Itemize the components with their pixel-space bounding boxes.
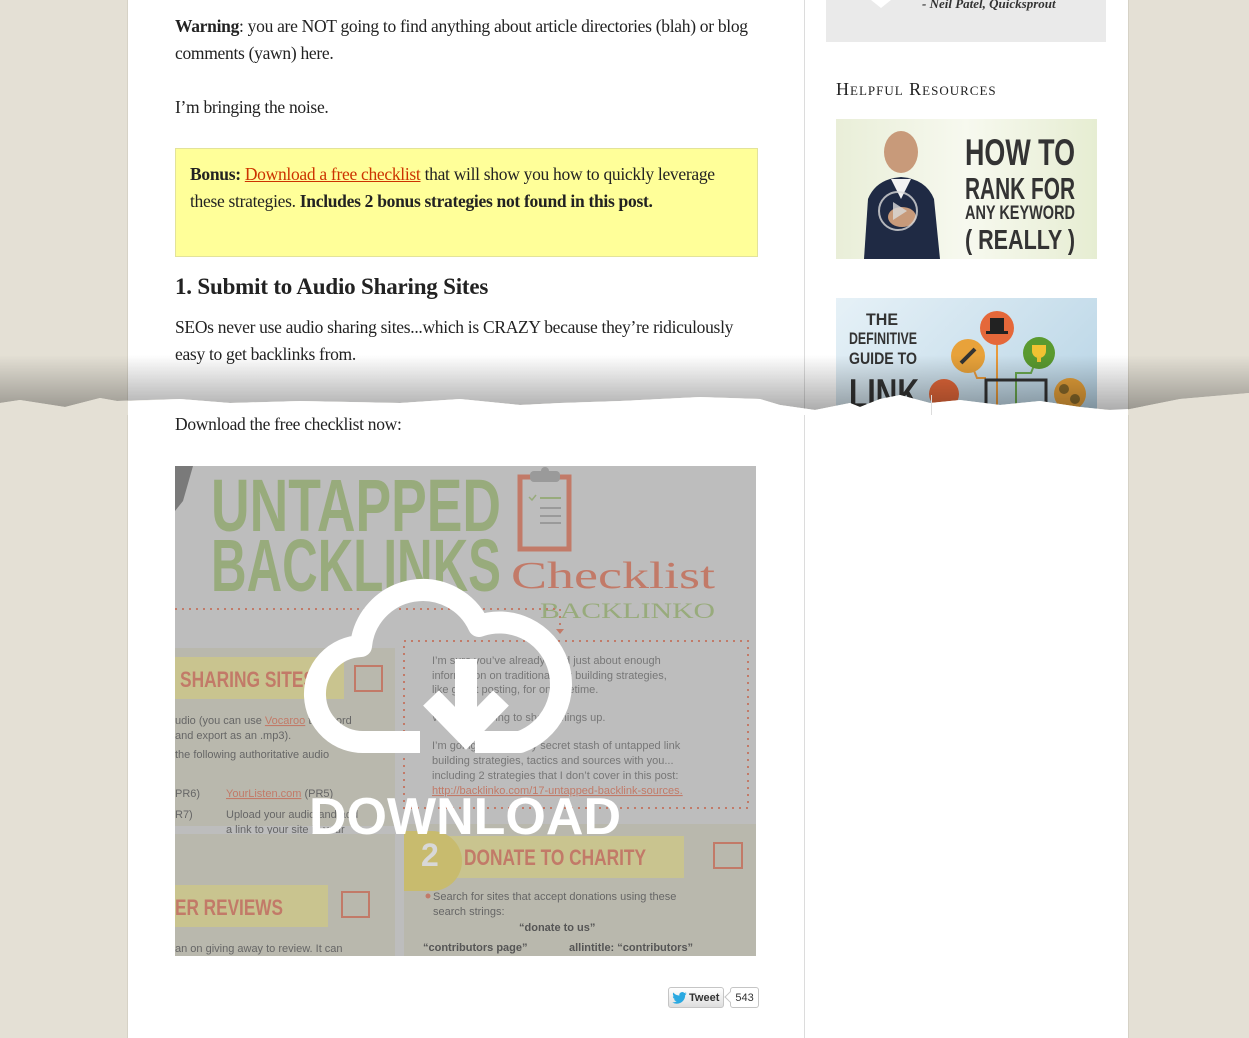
- bonus-bold-text: Includes 2 bonus strategies not found in…: [299, 191, 653, 211]
- section-heading: 1. Submit to Audio Sharing Sites: [175, 274, 489, 299]
- resource1-line2: RANK FOR: [965, 171, 1075, 206]
- resource-definitive-guide-link-building[interactable]: THE DEFINITIVE GUIDE TO LINK: [836, 298, 1097, 413]
- warning-paragraph: Warning: you are NOT going to find anyth…: [175, 13, 760, 67]
- download-checklist-link[interactable]: Download a free checklist: [245, 164, 421, 184]
- checklist-section2-title: DONATE TO CHARITY: [464, 845, 646, 870]
- download-prompt: Download the free checklist now:: [175, 414, 402, 434]
- bonus-box: Bonus: Download a free checklist that wi…: [175, 148, 758, 257]
- tweet-widget: Tweet 543: [668, 987, 759, 1008]
- twitter-bird-icon: [672, 991, 687, 1004]
- page-container: Warning: you are NOT going to find anyth…: [127, 0, 1129, 1038]
- svg-text:search strings:: search strings:: [433, 906, 505, 918]
- checklist-section3-title: ER REVIEWS: [175, 895, 283, 920]
- section-paragraph: SEOs never use audio sharing sites...whi…: [175, 317, 734, 364]
- checklist-section1-title: SHARING SITES: [180, 667, 315, 692]
- link-network-illustration: [929, 311, 1086, 413]
- svg-text:“donate to us”: “donate to us”: [519, 922, 595, 934]
- gears-icon: [1054, 378, 1086, 410]
- svg-text:“contributors page”: “contributors page”: [423, 942, 528, 954]
- checklist-word: Checklist: [511, 555, 716, 597]
- brand-backlinko: BACKLINKO: [540, 598, 715, 623]
- tweet-count[interactable]: 543: [730, 987, 759, 1008]
- bonus-label: Bonus:: [190, 164, 241, 184]
- resource-video-rank-any-keyword[interactable]: HOW TO RANK FOR ANY KEYWORD ( REALLY ): [836, 119, 1097, 259]
- testimonial-box: - Neil Patel, Quicksprout: [826, 0, 1106, 42]
- svg-text:R7): R7): [175, 809, 193, 821]
- testimonial-author: - Neil Patel, Quicksprout: [922, 0, 1056, 11]
- svg-text:an on giving away to review. I: an on giving away to review. It can: [175, 943, 343, 955]
- quote-pointer: [871, 0, 891, 8]
- warning-text: : you are NOT going to find anything abo…: [175, 16, 748, 63]
- resource2-line3: GUIDE TO: [849, 349, 917, 368]
- presenter-figure: [864, 131, 940, 259]
- megaphone-icon: [929, 379, 959, 409]
- resource1-line4: ( REALLY ): [965, 224, 1075, 255]
- tweet-label: Tweet: [689, 991, 720, 1004]
- svg-text:PR6): PR6): [175, 788, 200, 800]
- checklist-download-image[interactable]: UNTAPPED BACKLINKS Checklist BACKLINKO S…: [175, 466, 756, 956]
- helpful-resources-heading: Helpful Resources: [836, 79, 997, 99]
- svg-text:allintitle: “contributors”: allintitle: “contributors”: [569, 942, 693, 954]
- column-divider: [804, 0, 805, 1038]
- resource2-line4: LINK: [849, 370, 919, 413]
- resource1-line1: HOW TO: [965, 132, 1075, 173]
- tweet-button[interactable]: Tweet: [668, 987, 725, 1008]
- noise-paragraph: I’m bringing the noise.: [175, 97, 329, 117]
- svg-text:including 2 strategies that I: including 2 strategies that I don’t cove…: [432, 770, 678, 782]
- svg-text:and export as an .mp3).: and export as an .mp3).: [175, 730, 291, 742]
- svg-text:Search for sites that accept d: Search for sites that accept donations u…: [433, 891, 676, 903]
- svg-text:the following authoritative au: the following authoritative audio: [175, 749, 329, 761]
- resource2-line1: THE: [866, 310, 898, 329]
- download-overlay-label: DOWNLOAD: [309, 788, 621, 846]
- resource2-line2: DEFINITIVE: [849, 329, 917, 348]
- svg-text:building strategies, tactics a: building strategies, tactics and sources…: [432, 755, 674, 767]
- resource1-line3: ANY KEYWORD: [965, 203, 1075, 224]
- warning-label: Warning: [175, 16, 240, 36]
